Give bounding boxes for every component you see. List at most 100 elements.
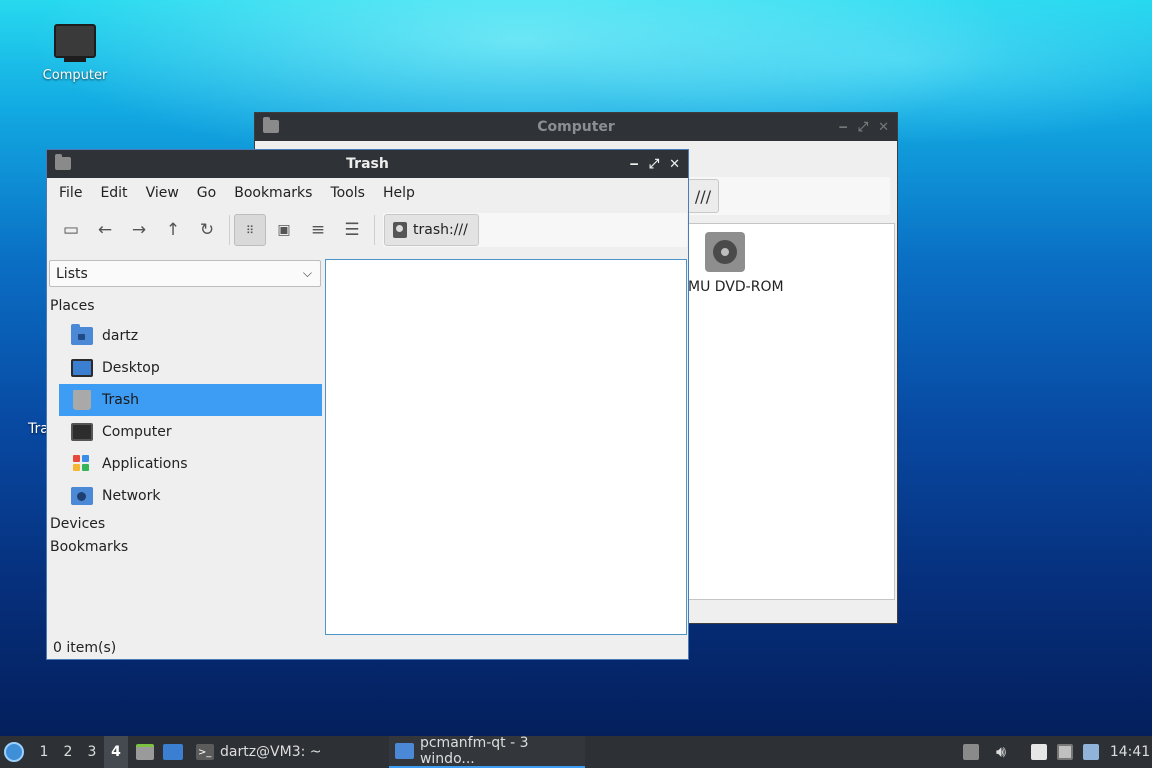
show-desktop-icon — [163, 744, 183, 760]
file-view-pane[interactable] — [325, 259, 687, 635]
volume-icon: 🔊︎ — [995, 742, 1007, 761]
lxqt-logo-icon — [4, 742, 24, 762]
clipboard-button[interactable] — [1026, 736, 1052, 768]
devices-header[interactable]: Devices — [50, 512, 322, 535]
up-button[interactable]: ↑ — [157, 214, 189, 246]
menu-edit[interactable]: Edit — [90, 185, 135, 201]
workspace-2[interactable]: 2 — [56, 736, 80, 768]
updates-icon — [1083, 744, 1099, 760]
maximize-button[interactable]: ⤢ — [858, 120, 868, 135]
network-icon — [71, 487, 93, 505]
tray-arrow-icon — [963, 744, 979, 760]
folder-icon — [395, 743, 414, 759]
image-icon: ▣ — [277, 222, 291, 238]
status-bar: 0 item(s) — [53, 640, 117, 656]
workspace-1[interactable]: 1 — [32, 736, 56, 768]
task-pcmanfm[interactable]: pcmanfm-qt - 3 windo... — [389, 735, 585, 768]
menu-tools[interactable]: Tools — [320, 185, 373, 201]
reload-icon: ↻ — [199, 220, 215, 240]
menu-bookmarks[interactable]: Bookmarks — [224, 185, 320, 201]
thumbnail-view-button[interactable]: ▣ — [268, 214, 300, 246]
maximize-button[interactable]: ⤢ — [649, 157, 659, 172]
trash-path-icon — [393, 222, 407, 238]
minimize-button[interactable]: ‒ — [839, 120, 848, 135]
start-menu-button[interactable] — [4, 736, 28, 768]
dvd-rom-label[interactable]: MU DVD-ROM — [688, 279, 784, 295]
place-computer[interactable]: Computer — [59, 416, 322, 448]
updates-button[interactable] — [1078, 736, 1104, 768]
clock[interactable]: 14:41 — [1110, 736, 1150, 768]
computer-path-button[interactable]: /// — [687, 179, 719, 213]
trash-window[interactable]: Trash ‒ ⤢ ✕ File Edit View Go Bookmarks … — [46, 149, 689, 660]
task-label: pcmanfm-qt - 3 windo... — [419, 735, 529, 767]
detailed-view-button[interactable]: ☰ — [336, 214, 368, 246]
path-button[interactable]: trash:/// — [384, 214, 479, 246]
task-label: dartz@VM3: ~ — [220, 744, 322, 760]
new-tab-button[interactable]: ▭ — [55, 214, 87, 246]
menu-bar: File Edit View Go Bookmarks Tools Help — [47, 178, 688, 208]
network-tray-icon — [1057, 744, 1073, 760]
path-label: trash:/// — [413, 222, 468, 238]
side-pane-mode-select[interactable]: Lists ⌵ — [49, 260, 321, 287]
computer-window-title: Computer — [537, 119, 615, 135]
trash-window-title: Trash — [346, 156, 389, 172]
taskbar: 1 2 3 4 >_ dartz@VM3: ~ pcmanfm-qt - 3 w… — [0, 735, 1152, 768]
workspace-4[interactable]: 4 — [104, 736, 128, 768]
menu-file[interactable]: File — [49, 185, 90, 201]
arrow-right-icon: → — [131, 220, 147, 240]
clipboard-icon — [1031, 744, 1047, 760]
computer-window-titlebar[interactable]: Computer ‒ ⤢ ✕ — [255, 113, 897, 141]
icon-view-button[interactable]: ⠿ — [234, 214, 266, 246]
arrow-up-icon: ↑ — [165, 220, 181, 240]
list-icon: ≡ — [310, 220, 326, 240]
compact-view-button[interactable]: ≡ — [302, 214, 334, 246]
desktop-computer-label: Computer — [42, 68, 108, 83]
places-header[interactable]: Places — [50, 292, 322, 320]
tray-expand-button[interactable] — [958, 736, 984, 768]
trash-icon — [73, 390, 91, 410]
detailed-list-icon: ☰ — [344, 220, 360, 240]
place-desktop[interactable]: Desktop — [59, 352, 322, 384]
minimize-button[interactable]: ‒ — [630, 157, 639, 172]
desktop-computer-icon[interactable]: Computer — [38, 24, 112, 83]
menu-go[interactable]: Go — [187, 185, 224, 201]
grid-icon: ⠿ — [245, 223, 255, 237]
network-tray-button[interactable] — [1052, 736, 1078, 768]
desktop-icon — [71, 359, 93, 377]
bookmarks-header[interactable]: Bookmarks — [50, 535, 322, 558]
new-tab-icon: ▭ — [62, 220, 80, 240]
back-button[interactable]: ← — [89, 214, 121, 246]
quicklaunch-files[interactable] — [132, 736, 158, 768]
reload-button[interactable]: ↻ — [191, 214, 223, 246]
computer-icon — [54, 24, 96, 62]
path-bar[interactable]: trash:/// — [383, 213, 687, 247]
dvd-rom-icon[interactable] — [705, 232, 745, 272]
workspace-3[interactable]: 3 — [80, 736, 104, 768]
toolbar: ▭ ← → ↑ ↻ ⠿ ▣ ≡ ☰ trash:/// — [47, 208, 688, 252]
place-network[interactable]: Network — [59, 480, 322, 512]
forward-button[interactable]: → — [123, 214, 155, 246]
place-label: Applications — [102, 456, 188, 472]
task-terminal[interactable]: >_ dartz@VM3: ~ — [190, 736, 328, 768]
quicklaunch-desktop[interactable] — [160, 736, 186, 768]
home-folder-icon — [71, 324, 93, 345]
trash-window-titlebar[interactable]: Trash ‒ ⤢ ✕ — [47, 150, 688, 178]
place-applications[interactable]: Applications — [59, 448, 322, 480]
close-button[interactable]: ✕ — [669, 157, 680, 172]
place-label: Desktop — [102, 360, 160, 376]
computer-content-pane[interactable]: MU DVD-ROM — [687, 223, 895, 600]
place-label: Network — [102, 488, 161, 504]
close-button[interactable]: ✕ — [878, 120, 889, 135]
folder-icon — [55, 154, 71, 170]
toolbar-separator — [229, 215, 230, 245]
menu-help[interactable]: Help — [373, 185, 423, 201]
terminal-icon: >_ — [196, 744, 214, 760]
place-label: Trash — [102, 392, 139, 408]
side-pane-mode-value: Lists — [56, 265, 88, 282]
volume-button[interactable]: 🔊︎ — [988, 736, 1014, 768]
arrow-left-icon: ← — [97, 220, 113, 240]
chevron-down-icon: ⌵ — [302, 266, 312, 280]
place-trash[interactable]: Trash — [59, 384, 322, 416]
menu-view[interactable]: View — [136, 185, 187, 201]
place-dartz[interactable]: dartz — [59, 320, 322, 352]
